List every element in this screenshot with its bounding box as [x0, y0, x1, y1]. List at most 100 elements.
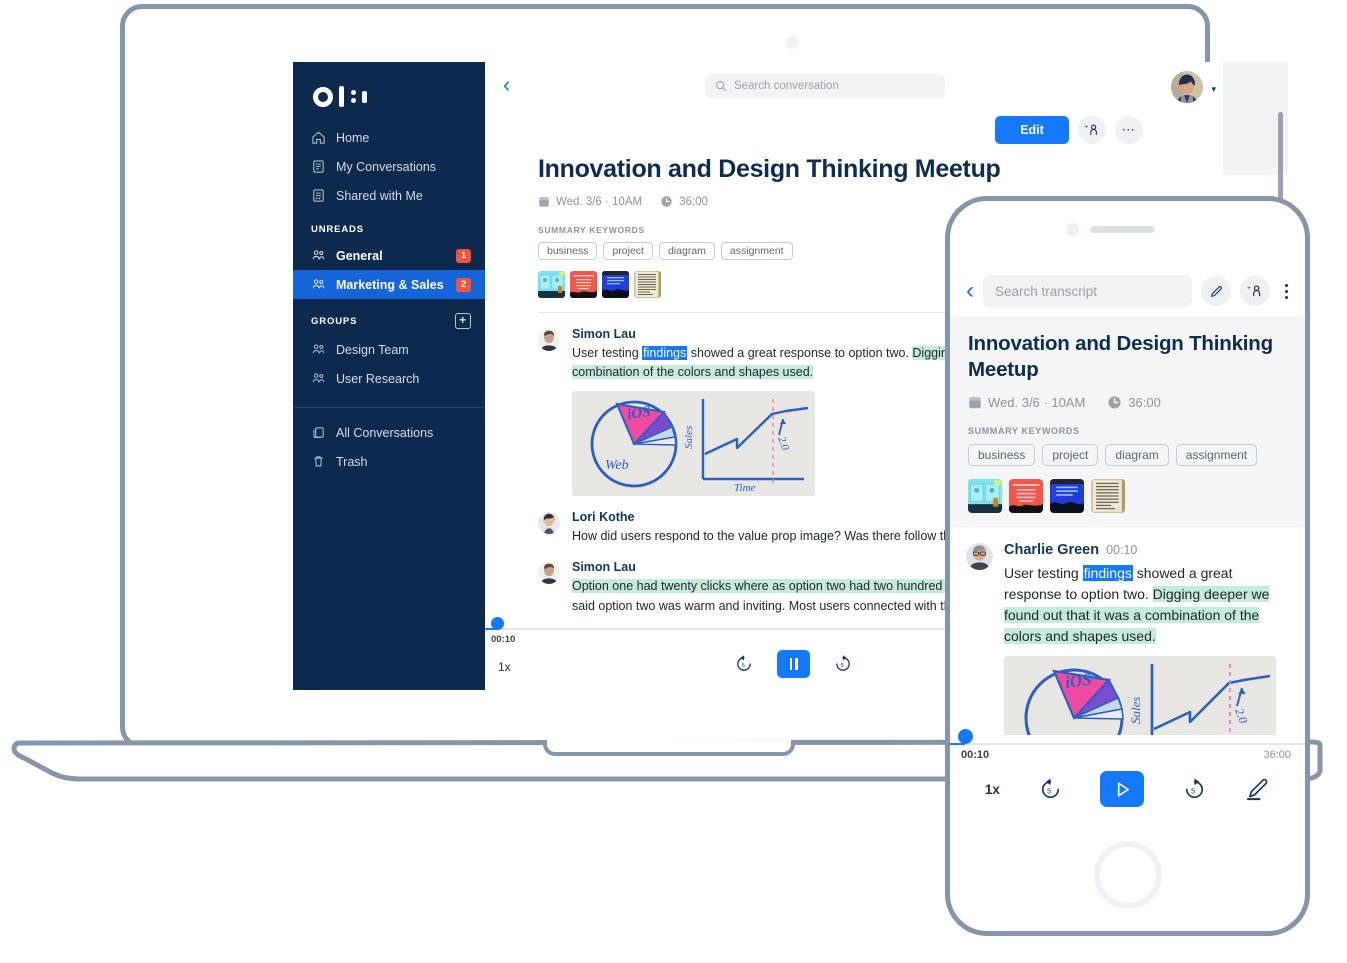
thumbnail-cyan-slide[interactable]	[538, 271, 565, 298]
document-icon	[311, 159, 326, 174]
svg-text:Sales: Sales	[1128, 697, 1143, 724]
search-transcript-input[interactable]: Search transcript	[983, 275, 1192, 307]
keyword-chip[interactable]: assignment	[1176, 444, 1257, 466]
meta-duration: 36:00	[1107, 395, 1161, 410]
search-icon	[715, 80, 727, 92]
thumbnail-notes-page[interactable]	[1091, 479, 1125, 513]
avatar[interactable]	[538, 562, 560, 584]
user-avatar[interactable]	[1171, 71, 1203, 103]
avatar[interactable]	[966, 543, 993, 570]
sidebar-item-my-conversations[interactable]: My Conversations	[293, 152, 485, 181]
svg-text:+: +	[1084, 123, 1088, 130]
sidebar-item-label: General	[336, 249, 446, 263]
sidebar-item-label: My Conversations	[336, 160, 471, 174]
more-options-button[interactable]	[1279, 284, 1293, 299]
edit-button[interactable]	[1201, 276, 1231, 306]
edit-button[interactable]: Edit	[995, 116, 1069, 144]
back-button[interactable]: ‹	[966, 279, 974, 303]
avatar[interactable]	[538, 329, 560, 351]
text-segment: User testing	[572, 346, 642, 360]
top-bar: ‹ Search conversation	[485, 62, 1288, 110]
keyword-chip[interactable]: business	[538, 242, 597, 260]
search-input[interactable]: Search conversation	[734, 80, 839, 92]
total-time: 36:00	[1263, 749, 1291, 761]
playback-timeline[interactable]	[950, 743, 1305, 745]
sidebar-item-label: Design Team	[336, 343, 471, 357]
sidebar-item-label: Marketing & Sales	[336, 278, 446, 292]
laptop-trackpad-notch	[543, 740, 795, 756]
forward-5-icon[interactable]: 5	[1182, 777, 1207, 802]
whiteboard-photo[interactable]: iOS Web Sales Time	[572, 391, 815, 496]
search-input-placeholder: Search transcript	[995, 284, 1097, 299]
message-text: User testing findings showed a great res…	[1004, 563, 1274, 647]
unreads-label: UNREADS	[311, 224, 364, 235]
meta-duration-text: 36:00	[1128, 395, 1161, 410]
phone-speaker	[1090, 226, 1155, 233]
phone-home-button[interactable]	[1094, 841, 1162, 909]
calendar-icon	[968, 395, 982, 410]
thumbnail-red-slide[interactable]	[570, 271, 597, 298]
groups-label: GROUPS	[311, 316, 357, 327]
playback-speed-button[interactable]: 1x	[498, 660, 511, 674]
keyword-chip[interactable]: project	[1042, 444, 1098, 466]
chevron-down-icon[interactable]: ▾	[1211, 84, 1216, 95]
highlighter-pen-icon[interactable]	[1245, 777, 1270, 802]
rewind-5-icon[interactable]: 5	[733, 653, 755, 675]
back-button[interactable]: ‹	[495, 74, 518, 99]
play-button[interactable]	[1100, 771, 1144, 807]
svg-text:Web: Web	[605, 458, 629, 473]
timeline-scrubber[interactable]	[958, 729, 973, 744]
thumbnail-notes-page[interactable]	[634, 271, 661, 298]
sidebar-item-design-team[interactable]: Design Team	[293, 335, 485, 364]
thumbnail-blue-slide[interactable]	[602, 271, 629, 298]
sidebar-item-label: Trash	[336, 455, 471, 469]
more-options-button[interactable]: ⋯	[1115, 116, 1143, 144]
thumbnail-blue-slide[interactable]	[1050, 479, 1084, 513]
calendar-icon	[538, 195, 550, 208]
user-highlight: combination of the colors and shapes use…	[572, 365, 813, 379]
add-group-button[interactable]: +	[455, 313, 471, 329]
play-pause-button[interactable]	[777, 650, 810, 678]
forward-5-icon[interactable]: 5	[832, 653, 854, 675]
add-person-button[interactable]: +	[1240, 276, 1270, 306]
phone-camera	[1066, 223, 1079, 236]
sidebar-item-user-research[interactable]: User Research	[293, 364, 485, 393]
thumbnail-red-slide[interactable]	[1009, 479, 1043, 513]
stack-icon	[311, 425, 326, 440]
playback-speed-button[interactable]: 1x	[985, 782, 1000, 797]
audio-player: 00:10 36:00 1x 5 5	[950, 735, 1305, 823]
otter-logo[interactable]	[293, 80, 485, 123]
keyword-chip[interactable]: diagram	[659, 242, 715, 260]
sidebar-divider	[293, 407, 485, 408]
message-timestamp: 00:10	[1106, 543, 1137, 557]
keyword-chip[interactable]: project	[603, 242, 653, 260]
groups-section-header: GROUPS +	[293, 299, 485, 335]
keyword-chip[interactable]: assignment	[721, 242, 793, 260]
svg-text:5: 5	[1191, 786, 1195, 795]
search-conversation-box[interactable]: Search conversation	[705, 74, 945, 98]
meta-duration-text: 36:00	[679, 196, 708, 208]
thumbnail-cyan-slide[interactable]	[968, 479, 1002, 513]
keyword-chip[interactable]: business	[968, 444, 1035, 466]
phone-document-header: Innovation and Design Thinking Meetup We…	[950, 317, 1305, 527]
sidebar-item-trash[interactable]: Trash	[293, 447, 485, 476]
sidebar-item-marketing-and-sales[interactable]: Marketing & Sales 2	[293, 270, 485, 299]
avatar[interactable]	[538, 512, 560, 534]
meta-date: Wed. 3/6 · 10AM	[538, 195, 642, 208]
unread-badge: 2	[456, 278, 471, 292]
timeline-scrubber[interactable]	[491, 617, 504, 630]
sidebar-item-general[interactable]: General 1	[293, 241, 485, 270]
more-horizontal-icon: ⋯	[1122, 126, 1137, 134]
meta-date-text: Wed. 3/6 · 10AM	[556, 196, 642, 208]
summary-keywords-header: SUMMARY KEYWORDS	[968, 426, 1287, 436]
keyword-chip[interactable]: diagram	[1105, 444, 1168, 466]
svg-text:Time: Time	[734, 482, 756, 494]
sidebar-item-all-conversations[interactable]: All Conversations	[293, 418, 485, 447]
sidebar-item-label: Shared with Me	[336, 189, 471, 203]
phone-screen: ‹ Search transcript + Innovation and Des…	[950, 263, 1305, 823]
sidebar-item-shared-with-me[interactable]: Shared with Me	[293, 181, 485, 210]
add-person-button[interactable]: +	[1078, 116, 1106, 144]
rewind-5-icon[interactable]: 5	[1038, 777, 1063, 802]
sidebar-item-home[interactable]: Home	[293, 123, 485, 152]
people-icon	[311, 277, 326, 292]
